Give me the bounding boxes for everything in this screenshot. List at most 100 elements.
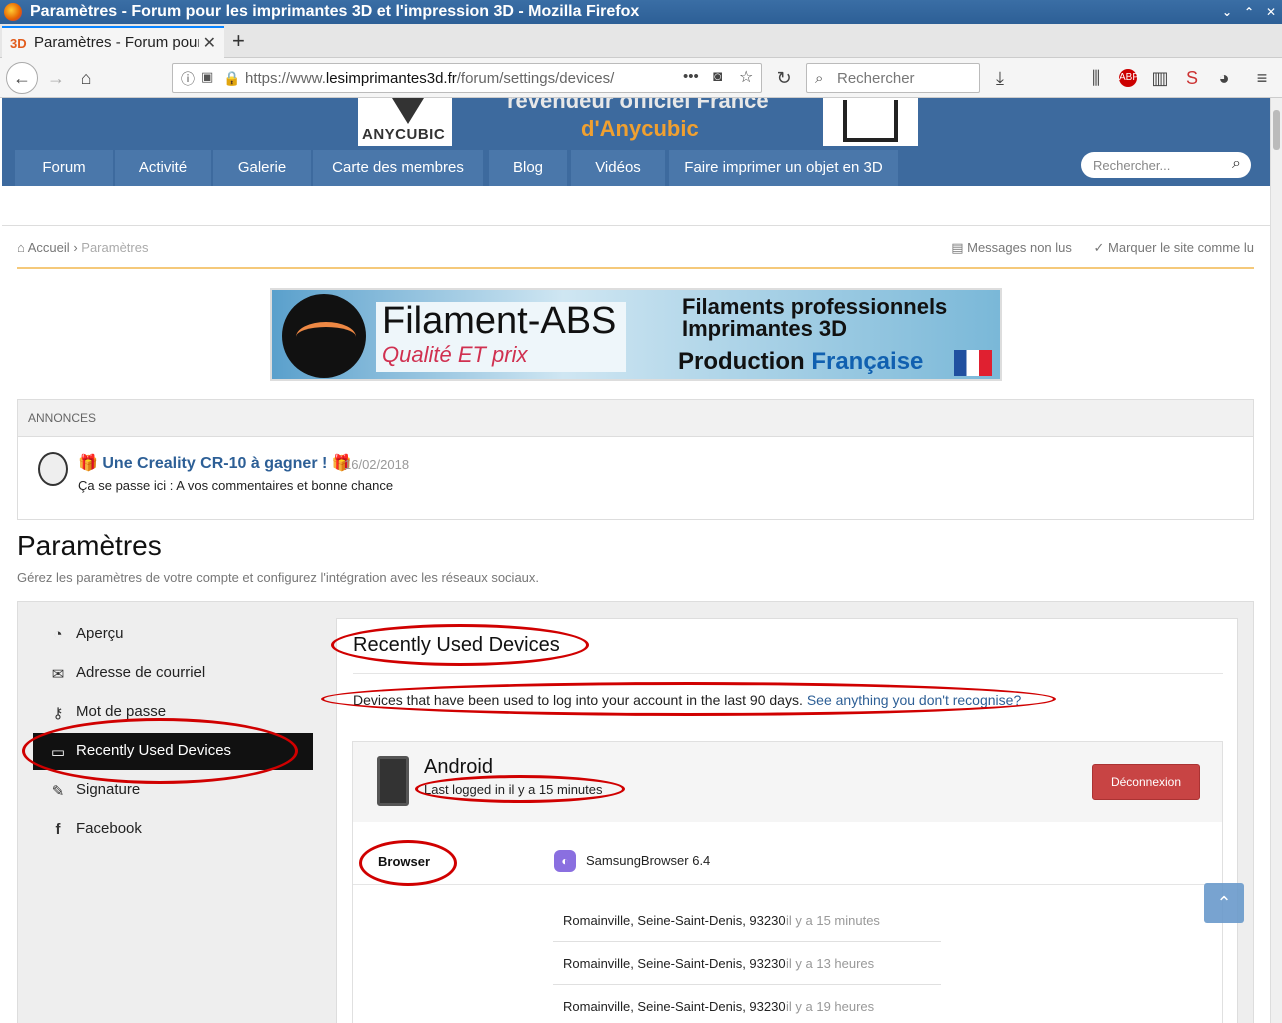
url-text[interactable]: https://www.lesimprimantes3d.fr/forum/se…: [245, 70, 645, 87]
adblock-icon[interactable]: ABP: [1119, 69, 1139, 87]
window-titlebar: Paramètres - Forum pour les imprimantes …: [0, 0, 1282, 24]
site-banner: ANYCUBIC revendeur officiel France d'Any…: [2, 98, 1270, 186]
sidebar-icon[interactable]: ▥: [1146, 64, 1174, 92]
page-actions-icon[interactable]: •••: [683, 68, 699, 85]
home-breadcrumb-icon: ⌂: [17, 240, 25, 255]
ad-tagline: Qualité ET prix: [382, 342, 528, 367]
reload-icon[interactable]: ↻: [770, 64, 798, 92]
french-flag-icon: [954, 350, 992, 376]
key-icon: ⚷: [52, 705, 64, 722]
url-bar[interactable]: ⓘ ▣ 🔒 https://www.lesimprimantes3d.fr/fo…: [172, 63, 762, 93]
ad-brand: Filament-ABS: [382, 300, 617, 342]
search-icon: ⌕: [815, 70, 824, 87]
menu-icon[interactable]: ≡: [1248, 64, 1276, 92]
forum-search-icon[interactable]: ⌕: [1232, 155, 1241, 173]
breadcrumb: ⌂ Accueil › Paramètres: [17, 240, 148, 255]
info-icon[interactable]: ⓘ: [181, 69, 195, 89]
location-row: Romainville, Seine-Saint-Denis, 93230 il …: [553, 899, 941, 942]
new-tab-icon[interactable]: +: [232, 28, 245, 54]
ad-banner[interactable]: Filament-ABS Qualité ET prix Filaments p…: [270, 288, 1002, 381]
samsung-browser-icon: ◐: [554, 850, 576, 872]
extension-2-icon[interactable]: ◕: [1210, 64, 1238, 92]
page-scrollbar[interactable]: [1270, 98, 1282, 1023]
browser-label: Browser: [378, 854, 431, 869]
envelope-icon: ✉: [51, 666, 65, 683]
announcement-title[interactable]: 🎁 Une Creality CR-10 à gagner ! 🎁: [78, 453, 352, 473]
permissions-icon[interactable]: ▣: [201, 69, 213, 85]
unread-link[interactable]: Messages non lus: [967, 240, 1072, 255]
unread-icon: ▤: [951, 240, 964, 255]
nav-imprimer[interactable]: Faire imprimer un objet en 3D: [669, 150, 898, 186]
check-icon: ✓: [1093, 240, 1105, 255]
page-description: Gérez les paramètres de votre compte et …: [17, 570, 540, 585]
sidebar-item-signature[interactable]: ✎ Signature: [33, 772, 313, 809]
unrecognised-link[interactable]: See anything you don't recognise?: [807, 692, 1021, 708]
breadcrumb-current[interactable]: Paramètres: [81, 240, 148, 255]
ad-lines: Filaments professionnels Imprimantes 3D: [682, 294, 948, 341]
forum-search-input[interactable]: Rechercher... ⌕: [1081, 152, 1251, 178]
location-row: Romainville, Seine-Saint-Denis, 93230 il …: [563, 999, 875, 1014]
sidebar-item-facebook[interactable]: f Facebook: [33, 811, 313, 848]
nav-blog[interactable]: Blog: [489, 150, 567, 186]
sub-nav-bar: [2, 186, 1270, 226]
dashboard-icon: ◔: [53, 626, 63, 643]
nav-galerie[interactable]: Galerie: [213, 150, 311, 186]
browser-value: SamsungBrowser 6.4: [586, 853, 711, 868]
logout-button[interactable]: Déconnexion: [1092, 764, 1200, 800]
lock-icon: 🔒: [223, 70, 241, 86]
back-icon[interactable]: ←: [6, 62, 38, 94]
pocket-icon[interactable]: ◙: [713, 68, 722, 85]
nav-activite[interactable]: Activité: [115, 150, 211, 186]
top-actions: ▤ Messages non lus ✓ Marquer le site com…: [951, 240, 1254, 256]
divider: [17, 267, 1254, 269]
tab-title: Paramètres - Forum pour les imprimantes …: [34, 34, 199, 51]
sidebar-item-email[interactable]: ✉ Adresse de courriel: [33, 655, 313, 692]
browser-search-input[interactable]: ⌕ Rechercher: [806, 63, 980, 93]
close-tab-icon[interactable]: ✕: [203, 33, 216, 53]
browser-tab[interactable]: 3D Paramètres - Forum pour les imprimant…: [2, 26, 224, 58]
sidebar-item-apercu[interactable]: ◔ Aperçu: [33, 616, 313, 653]
breadcrumb-separator: ›: [73, 240, 78, 255]
sidebar-item-password[interactable]: ⚷ Mot de passe: [33, 694, 313, 731]
bookmark-star-icon[interactable]: ☆: [739, 67, 753, 87]
ad-spool-icon: [282, 294, 366, 378]
page-title: Paramètres: [17, 530, 162, 561]
breadcrumb-home[interactable]: Accueil: [28, 240, 70, 255]
forward-icon[interactable]: →: [42, 64, 70, 92]
browser-navbar: ← → ⌂ ⓘ ▣ 🔒 https://www.lesimprimantes3d…: [0, 58, 1282, 98]
page-viewport: ANYCUBIC revendeur officiel France d'Any…: [0, 98, 1270, 1023]
device-name: Android: [424, 756, 493, 778]
announcement-date: 16/02/2018: [344, 457, 410, 472]
devices-panel: Recently Used Devices Devices that have …: [336, 618, 1238, 1023]
extension-icon[interactable]: S: [1178, 64, 1206, 92]
site-favicon-icon: 3D: [10, 36, 27, 51]
minimize-icon[interactable]: ⌄: [1218, 3, 1236, 21]
scroll-to-top-button[interactable]: ⌃: [1204, 883, 1244, 923]
library-icon[interactable]: ⫼: [1082, 64, 1110, 92]
banner-line1: revendeur officiel France: [507, 98, 769, 113]
pencil-icon: ✎: [51, 783, 65, 800]
nav-videos[interactable]: Vidéos: [571, 150, 665, 186]
settings-container: ◔ Aperçu ✉ Adresse de courriel ⚷ Mot de …: [17, 601, 1254, 1023]
anycubic-logo[interactable]: ANYCUBIC: [358, 98, 452, 146]
nav-forum[interactable]: Forum: [15, 150, 113, 186]
last-logged: Last logged in il y a 15 minutes: [424, 782, 603, 797]
home-icon[interactable]: ⌂: [72, 64, 100, 92]
banner-line2: d'Anycubic: [581, 116, 699, 141]
window-title: Paramètres - Forum pour les imprimantes …: [30, 3, 640, 20]
location-row: Romainville, Seine-Saint-Denis, 93230 il …: [553, 942, 941, 985]
announcements-header: ANNONCES: [18, 400, 1253, 437]
mark-read-link[interactable]: Marquer le site comme lu: [1108, 240, 1254, 255]
nav-carte[interactable]: Carte des membres: [313, 150, 483, 186]
maximize-icon[interactable]: ⌃: [1240, 3, 1258, 21]
sidebar-item-devices[interactable]: ▭ Recently Used Devices: [33, 733, 313, 770]
printer-image: [823, 98, 918, 146]
phone-icon: [377, 756, 409, 806]
downloads-icon[interactable]: ⤓: [986, 64, 1014, 92]
facebook-icon: f: [55, 821, 61, 838]
avatar[interactable]: [38, 452, 68, 486]
devices-title: Recently Used Devices: [353, 634, 560, 656]
laptop-icon: ▭: [50, 744, 66, 761]
close-window-icon[interactable]: ✕: [1262, 3, 1280, 21]
announcements-panel: ANNONCES 🎁 Une Creality CR-10 à gagner !…: [17, 399, 1254, 520]
